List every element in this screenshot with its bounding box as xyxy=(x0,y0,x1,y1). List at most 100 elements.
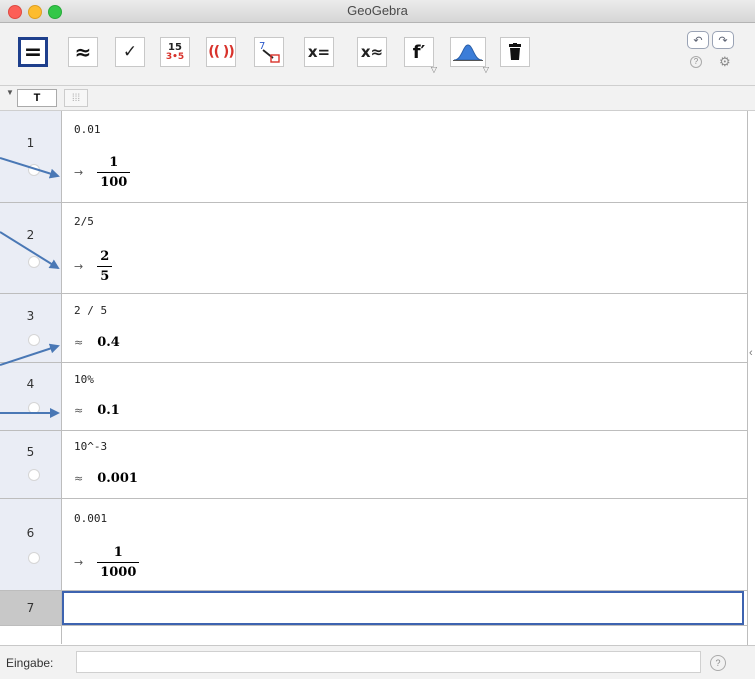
trash-icon xyxy=(509,43,521,60)
text-style-button[interactable]: T xyxy=(17,89,57,107)
denominator: 100 xyxy=(97,172,131,190)
cas-output: → 1 100 xyxy=(74,155,131,190)
factor-tool-button[interactable]: 15 3•5 xyxy=(160,37,190,67)
arrow-symbol: → xyxy=(74,260,84,273)
row-header-filler xyxy=(0,626,62,644)
undo-icon: ↶ xyxy=(693,34,703,47)
row-number: 3 xyxy=(26,309,35,323)
arrow-symbol: → xyxy=(74,166,84,179)
numerator: 1 xyxy=(113,545,123,560)
cas-row-5[interactable]: 5 10^-3 ≈ 0.001 xyxy=(0,431,748,499)
approx-symbol: ≈ xyxy=(74,472,84,485)
visibility-toggle[interactable] xyxy=(28,164,40,176)
delete-tool-button[interactable] xyxy=(500,37,530,67)
visibility-toggle[interactable] xyxy=(28,552,40,564)
cas-input[interactable]: 0.001 xyxy=(74,512,107,525)
numeric-tool-button[interactable]: ≈ xyxy=(68,37,98,67)
cas-output: ≈ 0.001 xyxy=(74,471,138,486)
cas-row-3[interactable]: 3 2 / 5 ≈ 0.4 xyxy=(0,294,748,363)
solve-numerically-tool-button[interactable]: x≈ xyxy=(357,37,387,67)
cas-row-7[interactable]: 7 xyxy=(0,591,748,626)
row-header[interactable]: 5 xyxy=(0,431,62,498)
redo-button[interactable]: ↷ xyxy=(712,31,734,49)
text-style-label: T xyxy=(33,92,41,104)
input-help-label: ? xyxy=(715,658,721,668)
input-help-icon[interactable]: ? xyxy=(710,655,726,671)
cas-output: ≈ 0.1 xyxy=(74,403,120,418)
help-icon[interactable]: ? xyxy=(690,56,702,68)
cas-input[interactable]: 2 / 5 xyxy=(74,304,107,317)
substitute-tool-button[interactable]: 7 xyxy=(254,37,284,67)
equals-icon: = xyxy=(23,39,43,65)
decimal-value: 0.1 xyxy=(97,403,120,418)
cas-input[interactable]: 10% xyxy=(74,373,94,386)
chevron-left-icon[interactable]: ‹ xyxy=(749,347,753,359)
keep-input-tool-button[interactable]: ✓ xyxy=(115,37,145,67)
approx-symbol: ≈ xyxy=(74,404,84,417)
derivative-icon: f′ xyxy=(412,41,426,63)
decimal-value: 0.001 xyxy=(97,471,138,486)
row-number: 1 xyxy=(26,136,35,150)
dropdown-triangle-icon: ▽ xyxy=(430,65,437,74)
evaluate-tool-button[interactable]: = xyxy=(18,37,48,67)
row-header[interactable]: 7 xyxy=(0,591,62,625)
row-header[interactable]: 1 xyxy=(0,111,62,202)
cas-output: ≈ 0.4 xyxy=(74,335,120,350)
redo-icon: ↷ xyxy=(718,34,728,47)
denominator: 5 xyxy=(97,266,113,284)
substitute-icon: 7 xyxy=(259,41,280,63)
parentheses-icon: (( )) xyxy=(208,44,234,60)
row-header[interactable]: 2 xyxy=(0,203,62,293)
visibility-toggle[interactable] xyxy=(28,402,40,414)
fraction: 2 5 xyxy=(97,249,113,284)
denominator: 1000 xyxy=(97,562,140,580)
arrow-symbol: → xyxy=(74,556,84,569)
checkmark-icon: ✓ xyxy=(122,42,138,62)
cas-input-editor[interactable] xyxy=(62,591,744,625)
row-number: 2 xyxy=(26,228,35,242)
visibility-toggle[interactable] xyxy=(28,334,40,346)
row-number: 5 xyxy=(26,445,35,459)
table-icon: ⁞⁞⁞ xyxy=(71,92,81,104)
cas-input[interactable]: 10^-3 xyxy=(74,440,107,453)
cas-row-1[interactable]: 1 0.01 → 1 100 xyxy=(0,111,748,203)
solve-tool-button[interactable]: x= xyxy=(304,37,334,67)
factor-bottom-label: 3•5 xyxy=(165,51,185,62)
visibility-toggle[interactable] xyxy=(28,256,40,268)
title-bar: GeoGebra xyxy=(0,0,755,23)
cas-row-6[interactable]: 6 0.001 → 1 1000 xyxy=(0,499,748,591)
cas-toolbar: = ≈ ✓ 15 3•5 (( )) 7 x= x≈ f′ ▽ ▽ ↶ ↷ ? … xyxy=(0,23,755,86)
input-bar-label: Eingabe: xyxy=(6,656,54,670)
expand-tool-button[interactable]: (( )) xyxy=(206,37,236,67)
cas-input[interactable]: 2/5 xyxy=(74,215,94,228)
row-number: 4 xyxy=(26,377,35,391)
fraction: 1 1000 xyxy=(97,545,140,580)
cas-input[interactable]: 0.01 xyxy=(74,123,101,136)
collapse-triangle-icon[interactable]: ▼ xyxy=(6,88,14,97)
input-bar-field[interactable] xyxy=(76,651,701,673)
solve-icon: x= xyxy=(307,43,331,61)
row-header[interactable]: 6 xyxy=(0,499,62,590)
undo-button[interactable]: ↶ xyxy=(687,31,709,49)
visibility-toggle[interactable] xyxy=(28,469,40,481)
probability-tool-button[interactable]: ▽ xyxy=(450,37,489,74)
view-border xyxy=(747,111,748,645)
factor-top-label: 15 xyxy=(168,41,182,53)
cas-output: → 1 1000 xyxy=(74,545,140,580)
gear-icon[interactable]: ⚙ xyxy=(719,54,731,70)
decimal-value: 0.4 xyxy=(97,335,120,350)
style-bar: ▼ T ⁞⁞⁞ xyxy=(0,86,755,111)
row-header[interactable]: 3 xyxy=(0,294,62,362)
numerator: 1 xyxy=(109,155,119,170)
row-header[interactable]: 4 xyxy=(0,363,62,430)
dropdown-triangle-icon: ▽ xyxy=(482,65,489,74)
solve-numerically-icon: x≈ xyxy=(360,43,384,61)
row-number: 7 xyxy=(26,601,35,615)
table-toggle-button[interactable]: ⁞⁞⁞ xyxy=(64,89,88,107)
row-number: 6 xyxy=(26,526,35,540)
cas-row-4[interactable]: 4 10% ≈ 0.1 xyxy=(0,363,748,431)
approx-symbol: ≈ xyxy=(74,336,84,349)
derivative-tool-button[interactable]: f′ ▽ xyxy=(404,37,437,74)
fraction: 1 100 xyxy=(97,155,131,190)
cas-row-2[interactable]: 2 2/5 → 2 5 xyxy=(0,203,748,294)
